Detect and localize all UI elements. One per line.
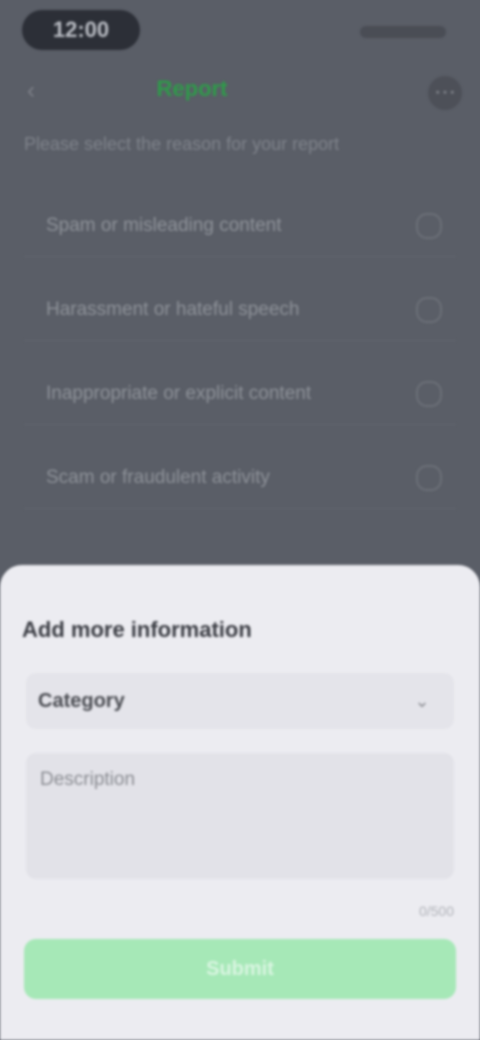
sheet-title: Add more information [22, 617, 252, 642]
report-option-label: Spam or misleading content [46, 215, 282, 236]
category-select-value: Category [38, 689, 125, 712]
char-count: 0/500 [418, 903, 454, 919]
bottom-sheet: Add more information Category ⌄ 0/500 Su… [0, 565, 480, 1040]
page-title: Report [156, 76, 228, 101]
description-field-wrapper [26, 753, 454, 879]
nav-bar: ‹ Report ⋯ [0, 64, 480, 120]
report-option-label: Scam or fraudulent activity [46, 467, 270, 488]
status-bar: 12:00 [0, 0, 480, 64]
radio-icon[interactable] [416, 381, 442, 407]
radio-icon[interactable] [416, 213, 442, 239]
chevron-down-icon: ⌄ [414, 691, 430, 711]
report-option-label: Inappropriate or explicit content [46, 383, 312, 404]
radio-icon[interactable] [416, 297, 442, 323]
description-field[interactable] [26, 753, 454, 879]
radio-icon[interactable] [416, 465, 442, 491]
status-indicators [360, 26, 446, 38]
report-option[interactable]: Spam or misleading content [24, 196, 456, 257]
category-select[interactable]: Category ⌄ [26, 673, 454, 729]
report-option[interactable]: Harassment or hateful speech [24, 280, 456, 341]
report-option[interactable]: Scam or fraudulent activity [24, 448, 456, 509]
status-time: 12:00 [22, 10, 140, 50]
more-icon[interactable]: ⋯ [428, 76, 462, 110]
page-subtitle: Please select the reason for your report [24, 134, 340, 154]
report-option[interactable]: Inappropriate or explicit content [24, 364, 456, 425]
report-option-label: Harassment or hateful speech [46, 299, 300, 320]
submit-button[interactable]: Submit [24, 939, 456, 999]
